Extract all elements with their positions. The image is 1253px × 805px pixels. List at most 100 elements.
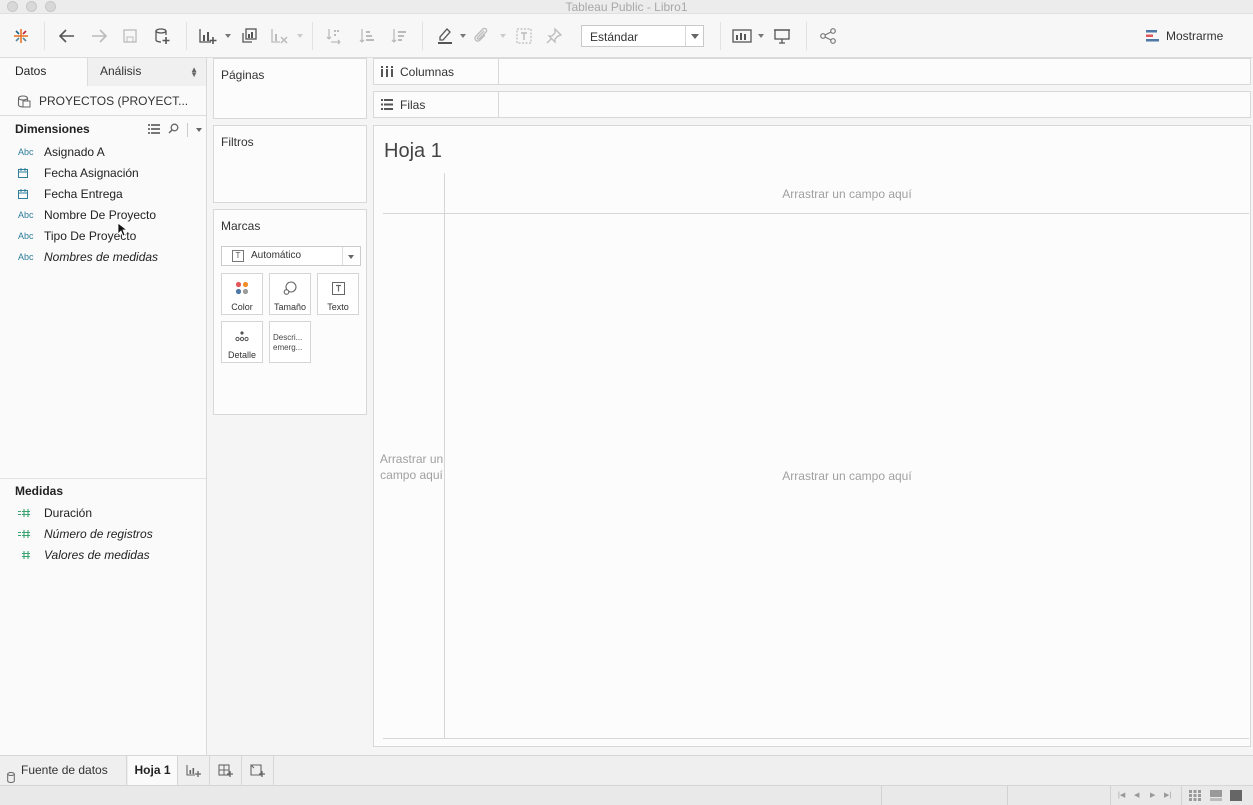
save-icon[interactable] [120, 24, 140, 48]
tab-data[interactable]: Datos [0, 58, 88, 86]
undo-icon[interactable] [56, 24, 78, 48]
detail-label: Detalle [227, 350, 256, 360]
string-type-icon: Abc [18, 147, 34, 157]
data-pane-tabs: Datos Análisis ▲ ▼ [0, 58, 206, 86]
new-dashboard-icon [218, 763, 233, 777]
next-sheet-icon[interactable]: ▶ [1150, 791, 1155, 799]
window-title: Tableau Public - Libro1 [565, 0, 688, 14]
new-worksheet-icon[interactable] [196, 24, 220, 48]
pages-title: Páginas [221, 68, 265, 82]
columns-shelf-label: Columnas [374, 59, 499, 84]
new-datasource-icon[interactable] [151, 24, 173, 48]
text-button[interactable]: Texto [317, 273, 359, 315]
duplicate-sheet-icon[interactable] [238, 24, 260, 48]
number-type-icon [18, 529, 32, 541]
show-me-label: Mostrarme [1166, 29, 1224, 43]
pages-card[interactable]: Páginas [213, 58, 367, 119]
string-type-icon: Abc [18, 252, 34, 262]
string-type-icon: Abc [18, 210, 34, 220]
drop-zone-columns[interactable]: Arrastrar un campo aquí [445, 186, 1249, 202]
new-dashboard-button[interactable] [211, 756, 242, 785]
new-story-button[interactable] [243, 756, 274, 785]
pin-icon[interactable] [543, 24, 565, 48]
tableau-logo-icon[interactable] [10, 24, 32, 48]
sort-ascending-icon[interactable] [356, 24, 378, 48]
clear-sheet-icon[interactable] [268, 24, 290, 48]
detail-icon [222, 329, 262, 343]
mark-type-value: Automático [251, 250, 302, 261]
redo-icon[interactable] [88, 24, 110, 48]
rows-shelf[interactable]: Filas [373, 91, 1251, 118]
group-icon[interactable] [470, 24, 492, 48]
datasource-name: PROYECTOS (PROYECT... [39, 94, 189, 108]
color-icon [222, 281, 262, 295]
view-area: Hoja 1 Arrastrar un campo aquí Arrastrar… [373, 125, 1251, 747]
datasource-item[interactable]: PROYECTOS (PROYECT... [0, 86, 206, 116]
columns-icon [381, 66, 393, 80]
size-icon [270, 281, 310, 295]
previous-sheet-icon[interactable]: ◀ [1134, 791, 1139, 799]
field-item[interactable]: Abc Nombres de medidas [0, 247, 206, 268]
fit-icon[interactable] [730, 24, 754, 48]
datasource-icon [17, 95, 31, 111]
presentation-icon[interactable] [771, 24, 793, 48]
field-name: Fecha Asignación [44, 166, 139, 180]
columns-shelf[interactable]: Columnas [373, 58, 1251, 85]
field-name: Nombres de medidas [44, 250, 159, 264]
drop-zone-field[interactable]: Arrastrar un campo aquí [445, 468, 1249, 484]
field-name: Nombre De Proyecto [44, 208, 157, 222]
field-name: Fecha Entrega [44, 187, 123, 201]
columns-text: Columnas [400, 65, 455, 79]
field-name: Valores de medidas [44, 548, 150, 562]
share-icon[interactable] [817, 24, 839, 48]
rows-icon [381, 99, 393, 113]
first-sheet-icon[interactable]: |◀ [1118, 791, 1125, 799]
labels-icon[interactable] [513, 24, 535, 48]
color-button[interactable]: Color [221, 273, 263, 315]
text-mark-icon: T [232, 250, 244, 262]
detail-button[interactable]: Detalle [221, 321, 263, 363]
tab-sheet-1[interactable]: Hoja 1 [128, 756, 178, 785]
mark-type-select[interactable]: T Automático [221, 246, 361, 266]
field-item[interactable]: Duración [0, 503, 206, 524]
field-item[interactable]: Fecha Entrega [0, 184, 206, 205]
chevron-down-icon[interactable] [342, 247, 360, 265]
highlight-icon[interactable] [434, 24, 456, 48]
dimensions-menu-icon[interactable] [196, 128, 202, 132]
show-me-button[interactable]: Mostrarme [1146, 28, 1223, 44]
search-icon[interactable] [168, 123, 179, 137]
tabs-view-icon[interactable] [1230, 790, 1242, 804]
sheet-sorter-icon[interactable] [1189, 790, 1201, 804]
tab-datasource[interactable]: Fuente de datos [0, 756, 127, 785]
text-icon [318, 281, 358, 295]
updown-arrows-icon: ▲ ▼ [190, 65, 198, 79]
field-name: Asignado A [44, 145, 105, 159]
field-item[interactable]: Abc Nombre De Proyecto [0, 205, 206, 226]
sheet-tabs-bar: Fuente de datos Hoja 1 [0, 755, 1253, 785]
drop-zone-rows[interactable]: Arrastrar un campo aquí [379, 451, 444, 483]
field-item[interactable]: Número de registros [0, 524, 206, 545]
field-item[interactable]: Fecha Asignación [0, 163, 206, 184]
view-size-select[interactable]: Estándar [581, 25, 704, 47]
sheet-title[interactable]: Hoja 1 [384, 140, 442, 163]
tab-analysis[interactable]: Análisis ▲ ▼ [88, 58, 206, 86]
tooltip-button[interactable]: Descri... emerg... [269, 321, 311, 363]
data-pane: Datos Análisis ▲ ▼ PROYECTOS (PROYECT... … [0, 58, 207, 755]
filters-card[interactable]: Filtros [213, 125, 367, 203]
field-item[interactable]: Abc Asignado A [0, 142, 206, 163]
tab-datasource-label: Fuente de datos [21, 763, 108, 777]
last-sheet-icon[interactable]: ▶| [1164, 791, 1171, 799]
list-view-icon[interactable] [148, 123, 160, 137]
field-name: Número de registros [44, 527, 153, 541]
field-item[interactable]: Abc Tipo De Proyecto [0, 226, 206, 247]
swap-icon[interactable] [323, 24, 345, 48]
field-name: Duración [44, 506, 93, 520]
filmstrip-icon[interactable] [1210, 790, 1222, 804]
field-item[interactable]: Valores de medidas [0, 545, 206, 566]
sort-descending-icon[interactable] [388, 24, 410, 48]
size-button[interactable]: Tamaño [269, 273, 311, 315]
new-worksheet-button[interactable] [179, 756, 210, 785]
status-bar: |◀ ◀ ▶ ▶| [0, 785, 1253, 805]
tab-analysis-label: Análisis [100, 64, 142, 78]
chevron-down-icon[interactable] [685, 26, 703, 46]
